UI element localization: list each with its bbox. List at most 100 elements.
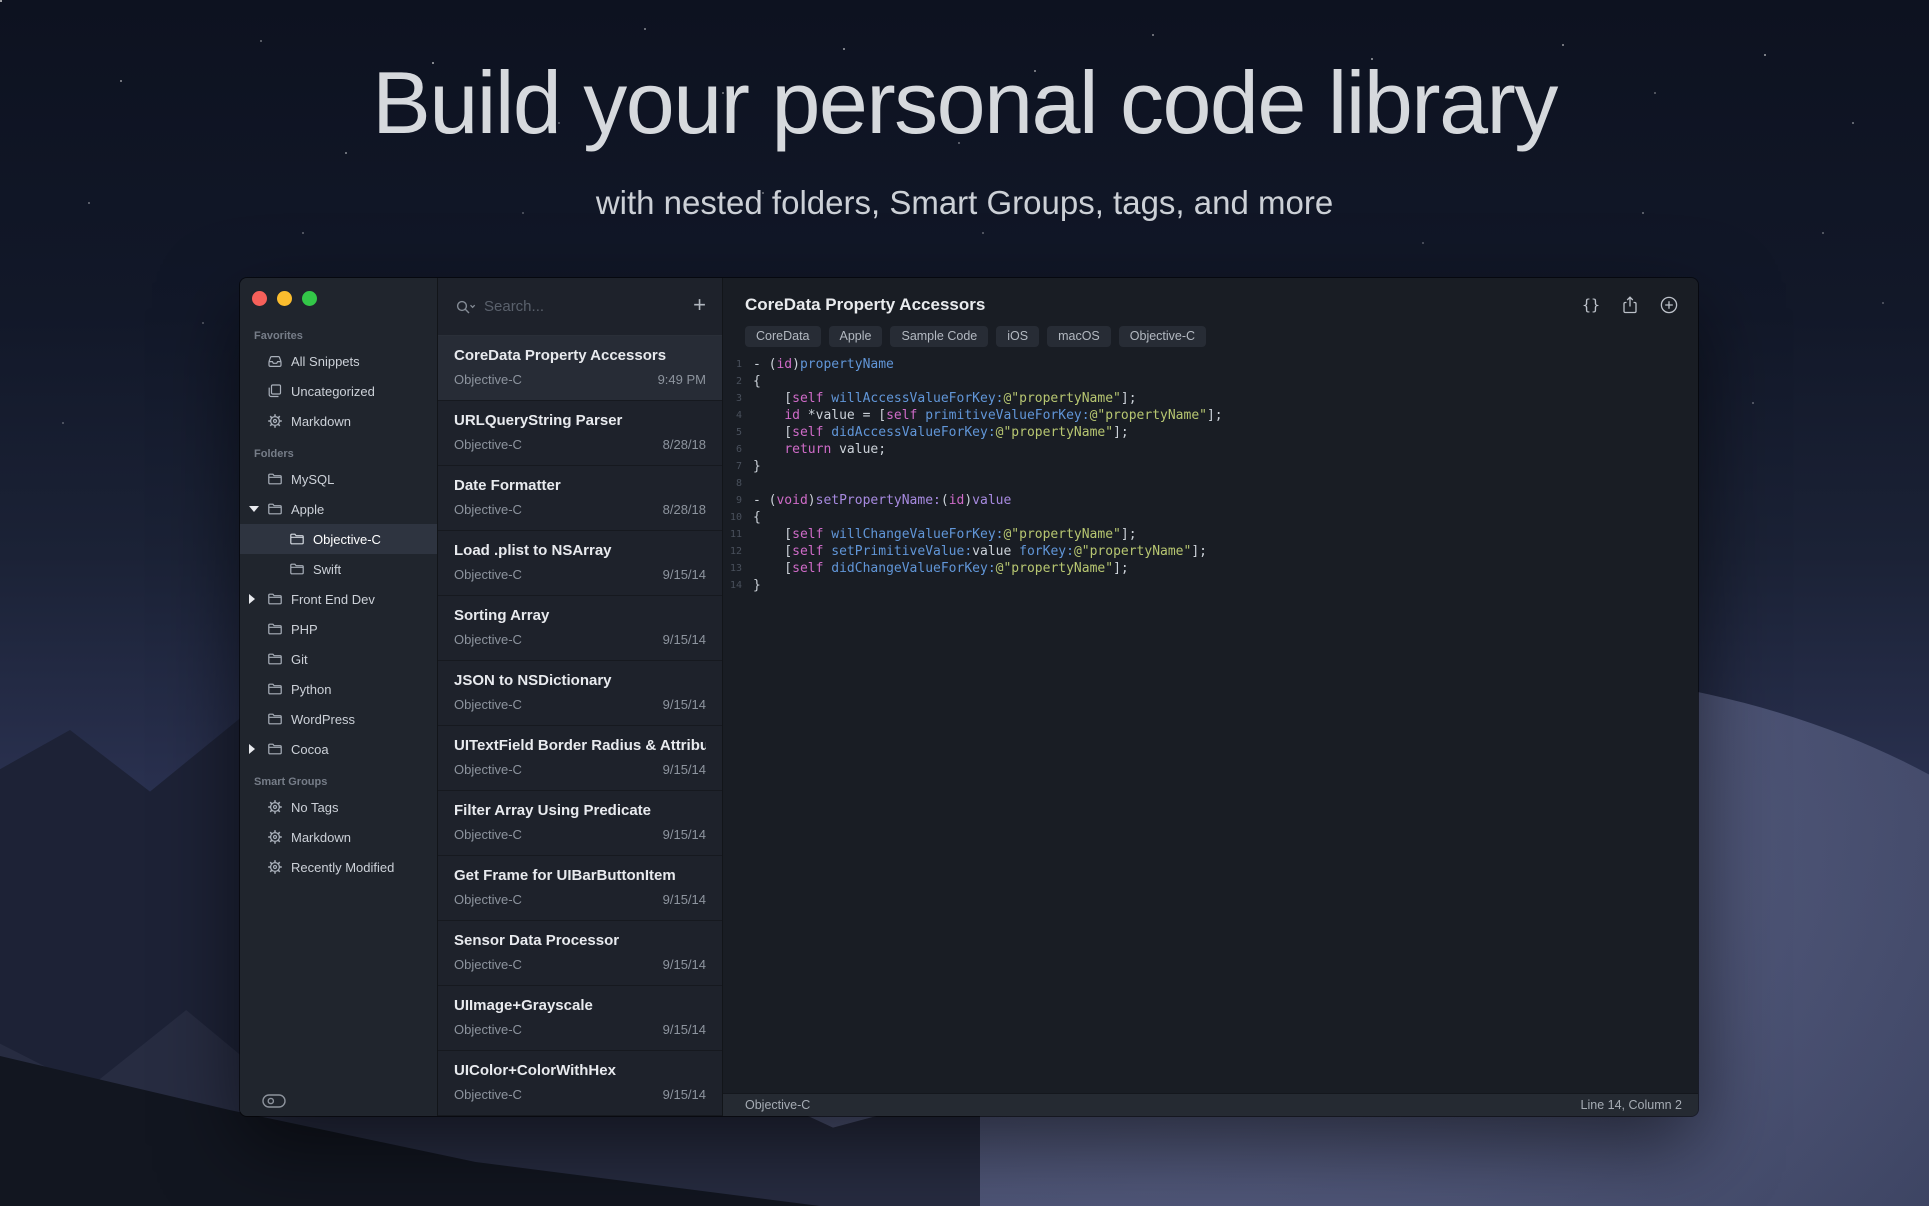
snippet-row-meta: Objective-C9/15/14 (454, 827, 706, 842)
snippet-row-sensor-data-processor[interactable]: Sensor Data ProcessorObjective-C9/15/14 (438, 921, 722, 986)
snippet-row-sorting-array[interactable]: Sorting ArrayObjective-C9/15/14 (438, 596, 722, 661)
snippet-row-date: 9/15/14 (663, 827, 706, 842)
snippet-row-json-to-nsdictionary[interactable]: JSON to NSDictionaryObjective-C9/15/14 (438, 661, 722, 726)
snippet-row-get-frame-for-uibarbuttonitem[interactable]: Get Frame for UIBarButtonItemObjective-C… (438, 856, 722, 921)
snippet-row-urlquerystring-parser[interactable]: URLQueryString ParserObjective-C8/28/18 (438, 401, 722, 466)
sidebar-item-label: MySQL (291, 472, 334, 487)
code-line: 14} (723, 577, 1698, 594)
line-number: 12 (723, 543, 753, 560)
toggle-switch-icon[interactable] (262, 1094, 286, 1108)
tag-coredata[interactable]: CoreData (745, 326, 821, 347)
close-button[interactable] (252, 291, 267, 306)
snippet-row-uicolor-colorwithhex[interactable]: UIColor+ColorWithHexObjective-C9/15/14 (438, 1051, 722, 1116)
tag-ios[interactable]: iOS (996, 326, 1039, 347)
search-bar: Search... + (438, 278, 722, 336)
snippet-row-uitextfield-border-radius-attribu[interactable]: UITextField Border Radius & Attribu… Obje… (438, 726, 722, 791)
screenshot-root: Build your personal code library with ne… (0, 0, 1929, 1206)
code-line: 12 [self setPrimitiveValue:value forKey:… (723, 543, 1698, 560)
sidebar-item-front-end-dev[interactable]: Front End Dev (240, 584, 437, 614)
sidebar-item-recently-modified[interactable]: Recently Modified (240, 852, 437, 882)
folder-icon (267, 471, 283, 487)
tag-macos[interactable]: macOS (1047, 326, 1111, 347)
code-line-content: id *value = [self primitiveValueForKey:@… (753, 407, 1223, 424)
add-circle-icon[interactable] (1660, 296, 1678, 314)
gear-icon (267, 413, 283, 429)
chevron-right-icon[interactable] (249, 594, 255, 604)
code-line: 8 (723, 475, 1698, 492)
snippet-row-title: Load .plist to NSArray (454, 542, 706, 559)
snippet-row-title: JSON to NSDictionary (454, 672, 706, 689)
status-position: Line 14, Column 2 (1581, 1098, 1682, 1112)
snippet-row-title: Filter Array Using Predicate (454, 802, 706, 819)
add-snippet-button[interactable]: + (693, 294, 706, 319)
braces-icon[interactable]: {} (1582, 296, 1600, 314)
sidebar-item-markdown[interactable]: Markdown (240, 822, 437, 852)
snippet-row-title: UITextField Border Radius & Attribu… (454, 737, 706, 754)
snippet-row-title: Sorting Array (454, 607, 706, 624)
code-line-content: { (753, 373, 761, 390)
code-editor[interactable]: 1- (id)propertyName2{3 [self willAccessV… (723, 347, 1698, 1093)
code-line: 5 [self didAccessValueForKey:@"propertyN… (723, 424, 1698, 441)
tag-objective-c[interactable]: Objective-C (1119, 326, 1206, 347)
snippet-row-meta: Objective-C9/15/14 (454, 957, 706, 972)
sidebar-item-python[interactable]: Python (240, 674, 437, 704)
line-number: 3 (723, 390, 753, 407)
code-line: 11 [self willChangeValueForKey:@"propert… (723, 526, 1698, 543)
editor-header: CoreData Property Accessors {} CoreData A… (723, 278, 1698, 347)
snippet-row-date: 9/15/14 (663, 567, 706, 582)
sidebar-item-markdown[interactable]: Markdown (240, 406, 437, 436)
sidebar-item-label: Apple (291, 502, 324, 517)
snippet-row-coredata-property-accessors[interactable]: CoreData Property AccessorsObjective-C9:… (438, 336, 722, 401)
tag-sample-code[interactable]: Sample Code (890, 326, 988, 347)
snippet-row-language: Objective-C (454, 502, 522, 517)
sidebar-item-wordpress[interactable]: WordPress (240, 704, 437, 734)
sidebar-item-mysql[interactable]: MySQL (240, 464, 437, 494)
snippet-row-date: 9/15/14 (663, 957, 706, 972)
sidebar-section-label-smart-groups: Smart Groups (240, 776, 437, 792)
sidebar-item-all-snippets[interactable]: All Snippets (240, 346, 437, 376)
hero-title: Build your personal code library (0, 52, 1929, 154)
search-input[interactable]: Search... (484, 298, 693, 315)
snippet-row-language: Objective-C (454, 762, 522, 777)
sidebar-item-apple[interactable]: Apple (240, 494, 437, 524)
sidebar-sections: FavoritesAll SnippetsUncategorizedMarkdo… (240, 318, 437, 882)
code-line-content: [self setPrimitiveValue:value forKey:@"p… (753, 543, 1207, 560)
snippet-row-uiimage-grayscale[interactable]: UIImage+GrayscaleObjective-C9/15/14 (438, 986, 722, 1051)
sidebar-item-php[interactable]: PHP (240, 614, 437, 644)
code-line-content: { (753, 509, 761, 526)
chevron-right-icon[interactable] (249, 744, 255, 754)
share-icon[interactable] (1621, 296, 1639, 314)
code-line-content: [self didChangeValueForKey:@"propertyNam… (753, 560, 1129, 577)
sidebar-item-label: No Tags (291, 800, 338, 815)
snippet-row-title: URLQueryString Parser (454, 412, 706, 429)
snippet-row-load-plist-to-nsarray[interactable]: Load .plist to NSArrayObjective-C9/15/14 (438, 531, 722, 596)
folder-icon (267, 681, 283, 697)
sidebar-item-git[interactable]: Git (240, 644, 437, 674)
code-line-content: [self willChangeValueForKey:@"propertyNa… (753, 526, 1137, 543)
sidebar-item-cocoa[interactable]: Cocoa (240, 734, 437, 764)
minimize-button[interactable] (277, 291, 292, 306)
snippet-row-filter-array-using-predicate[interactable]: Filter Array Using Predicate Objective-C9… (438, 791, 722, 856)
code-line-content: } (753, 577, 761, 594)
snippet-row-date: 9/15/14 (663, 1022, 706, 1037)
line-number: 13 (723, 560, 753, 577)
zoom-button[interactable] (302, 291, 317, 306)
snippet-title: CoreData Property Accessors (745, 295, 1582, 315)
traffic-lights (240, 278, 437, 318)
sidebar-item-swift[interactable]: Swift (240, 554, 437, 584)
chevron-down-icon[interactable] (249, 506, 259, 512)
code-line-content: - (id)propertyName (753, 356, 894, 373)
snippet-row-date-formatter[interactable]: Date FormatterObjective-C8/28/18 (438, 466, 722, 531)
sidebar-item-objective-c[interactable]: Objective-C (240, 524, 437, 554)
sidebar-item-no-tags[interactable]: No Tags (240, 792, 437, 822)
line-number: 1 (723, 356, 753, 373)
status-language[interactable]: Objective-C (745, 1098, 810, 1112)
sidebar-item-uncategorized[interactable]: Uncategorized (240, 376, 437, 406)
snippet-row-title: UIImage+Grayscale (454, 997, 706, 1014)
tag-apple[interactable]: Apple (829, 326, 883, 347)
folder-icon (289, 561, 305, 577)
sidebar-item-label: Recently Modified (291, 860, 394, 875)
snippet-row-date: 9/15/14 (663, 762, 706, 777)
line-number: 6 (723, 441, 753, 458)
snippet-row-date: 8/28/18 (663, 437, 706, 452)
